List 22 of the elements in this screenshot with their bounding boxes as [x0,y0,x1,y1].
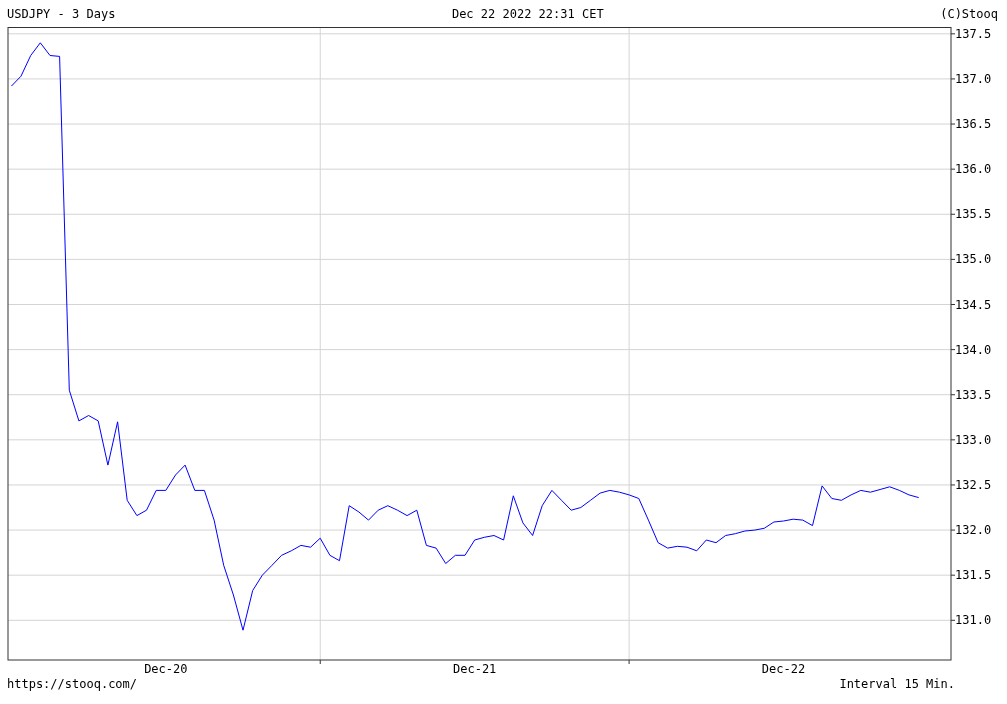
y-axis-label: 135.0 [955,252,992,267]
y-axis-label: 131.5 [955,568,992,583]
x-axis-label: Dec-22 [761,662,806,675]
y-axis-label: 137.0 [955,71,992,86]
y-axis-label: 136.0 [955,162,992,177]
y-axis-label: 136.5 [955,117,992,132]
x-axis-label: Dec-20 [144,662,188,675]
chart-timestamp: Dec 22 2022 22:31 CET [451,5,604,23]
source-url: https://stooq.com/ [7,676,138,693]
y-axis-label: 133.5 [955,387,992,402]
y-axis-label: 131.0 [955,613,992,628]
y-axis-label: 133.0 [955,432,992,447]
y-axis-label: 132.0 [955,523,992,538]
y-axis-label: 134.5 [955,297,992,312]
y-axis-label: 137.5 [955,27,992,41]
x-axis-label: Dec-21 [453,662,497,675]
y-axis-label: 132.5 [955,477,992,492]
interval-text: Interval 15 Min. [839,676,955,693]
y-axis-label: 134.0 [955,342,992,357]
copyright-text: (C)Stooq [940,5,998,23]
y-axis-label: 135.5 [955,207,992,222]
chart-title: USDJPY - 3 Days [7,5,116,23]
